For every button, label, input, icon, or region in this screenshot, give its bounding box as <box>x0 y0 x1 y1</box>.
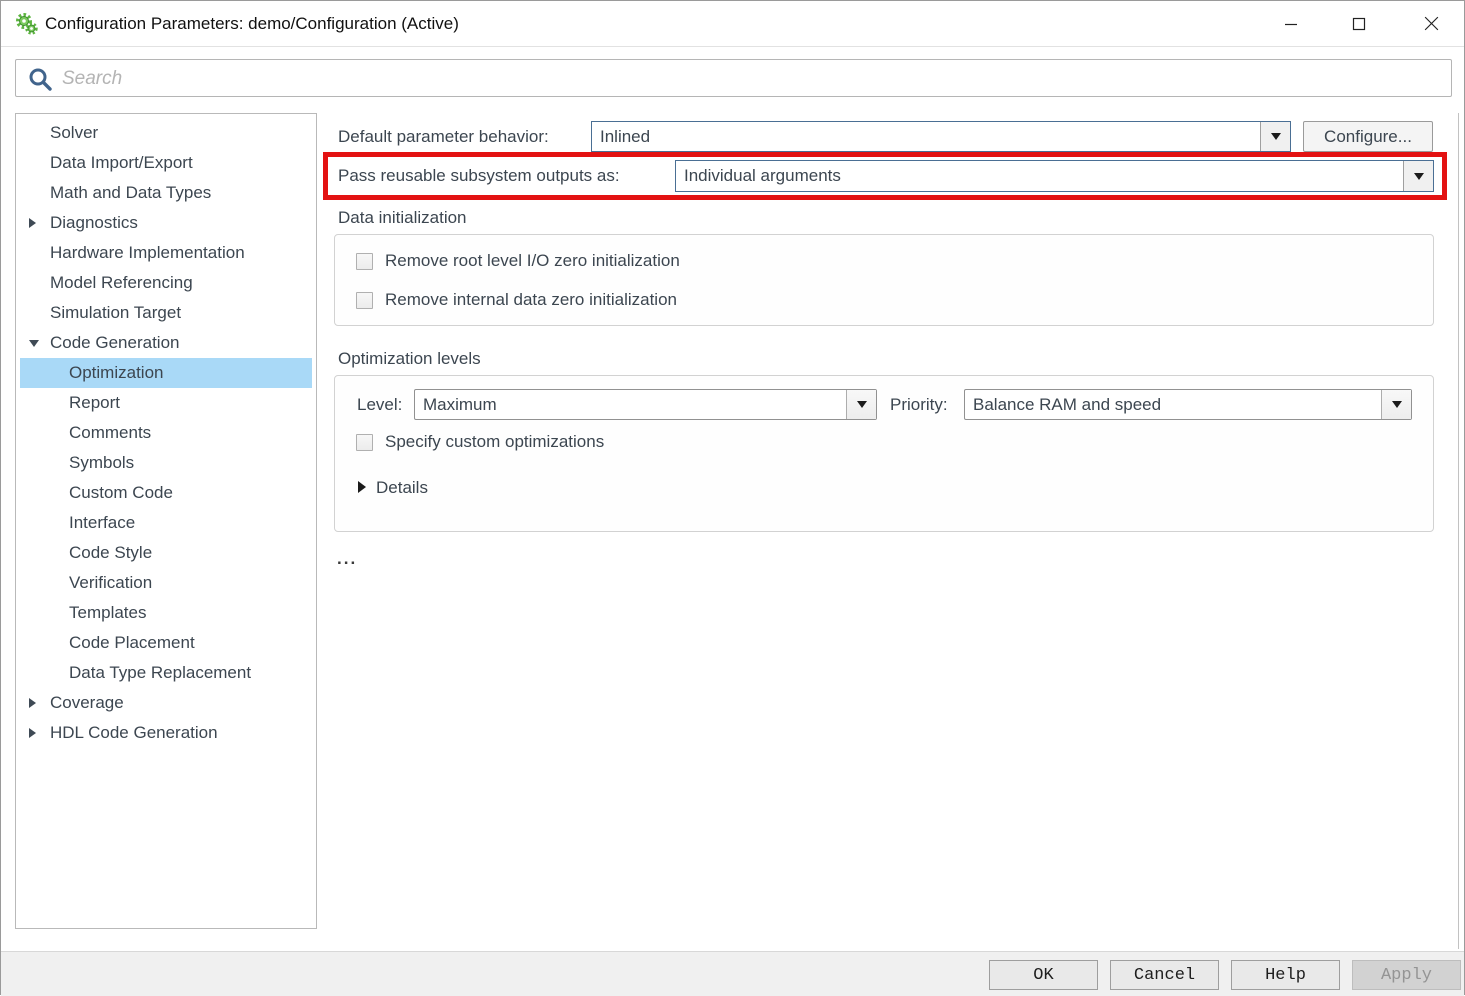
sidebar-item-label: Model Referencing <box>50 273 193 292</box>
dropdown-value: Individual arguments <box>684 166 841 185</box>
chevron-down-icon[interactable] <box>1260 122 1290 151</box>
sidebar-item-label: Custom Code <box>69 483 173 502</box>
sidebar-item-label: Report <box>69 393 121 412</box>
sidebar-item-interface[interactable]: Interface <box>20 508 312 538</box>
sidebar-item-label: Data Type Replacement <box>69 663 252 682</box>
sidebar-item-label: Solver <box>50 123 99 142</box>
details-label[interactable]: Details <box>376 478 428 498</box>
dropdown-value: Inlined <box>600 126 651 146</box>
sidebar-item-label: Comments <box>69 423 152 442</box>
more-options-ellipsis: ... <box>337 549 358 568</box>
expand-arrow-icon[interactable] <box>29 340 39 347</box>
dropdown-value: Maximum <box>423 394 497 414</box>
sidebar-item-diagnostics[interactable]: Diagnostics <box>20 208 312 238</box>
sidebar-item-label: Interface <box>69 513 136 532</box>
remove-root-io-checkbox[interactable] <box>356 253 373 270</box>
level-label: Level: <box>357 395 403 414</box>
cancel-button[interactable]: Cancel <box>1110 960 1219 990</box>
ok-button[interactable]: OK <box>989 960 1098 990</box>
sidebar-item-label: Verification <box>69 573 153 592</box>
sidebar-item-custom-code[interactable]: Custom Code <box>20 478 312 508</box>
default-parameter-behavior-dropdown[interactable]: Inlined <box>591 121 1291 152</box>
sidebar-item-data-type-replacement[interactable]: Data Type Replacement <box>20 658 312 688</box>
optimization-levels-title: Optimization levels <box>338 349 481 368</box>
sidebar-item-label: Code Generation <box>50 333 180 352</box>
checkbox-label: Specify custom optimizations <box>385 432 605 451</box>
sidebar-item-solver[interactable]: Solver <box>20 118 312 148</box>
pass-reusable-outputs-dropdown[interactable]: Individual arguments <box>675 160 1434 192</box>
default-parameter-behavior-label: Default parameter behavior: <box>338 127 549 146</box>
priority-dropdown[interactable]: Balance RAM and speed <box>964 389 1412 420</box>
specify-custom-optimizations-checkbox[interactable] <box>356 434 373 451</box>
sidebar-item-label: Optimization <box>69 363 164 382</box>
sidebar-item-symbols[interactable]: Symbols <box>20 448 312 478</box>
details-expand-arrow-icon[interactable] <box>358 481 366 493</box>
search-bar <box>15 59 1452 97</box>
sidebar-item-math-and-data-types[interactable]: Math and Data Types <box>20 178 312 208</box>
sidebar-item-report[interactable]: Report <box>20 388 312 418</box>
sidebar-item-hardware-implementation[interactable]: Hardware Implementation <box>20 238 312 268</box>
sidebar-item-model-referencing[interactable]: Model Referencing <box>20 268 312 298</box>
sidebar-item-label: Simulation Target <box>50 303 182 322</box>
content-right-border <box>1458 113 1459 949</box>
sidebar-item-templates[interactable]: Templates <box>20 598 312 628</box>
minimize-button[interactable] <box>1268 1 1314 46</box>
sidebar-item-label: Symbols <box>69 453 135 472</box>
minimize-icon <box>1285 23 1297 25</box>
level-dropdown[interactable]: Maximum <box>414 389 877 420</box>
window-title: Configuration Parameters: demo/Configura… <box>45 14 459 33</box>
sidebar-item-optimization[interactable]: Optimization <box>20 358 312 388</box>
title-bar: Configuration Parameters: demo/Configura… <box>1 1 1464 47</box>
configure-button[interactable]: Configure... <box>1303 121 1433 152</box>
sidebar-item-code-placement[interactable]: Code Placement <box>20 628 312 658</box>
apply-button: Apply <box>1352 960 1461 990</box>
chevron-down-icon[interactable] <box>1403 161 1433 191</box>
chevron-down-icon[interactable] <box>846 390 876 419</box>
sidebar-item-label: Math and Data Types <box>50 183 212 202</box>
sidebar-item-code-generation[interactable]: Code Generation <box>20 328 312 358</box>
sidebar-item-label: Hardware Implementation <box>50 243 245 262</box>
sidebar-item-simulation-target[interactable]: Simulation Target <box>20 298 312 328</box>
data-initialization-groupbox: Remove root level I/O zero initializatio… <box>334 234 1434 326</box>
collapse-arrow-icon[interactable] <box>29 218 36 228</box>
data-initialization-title: Data initialization <box>338 208 467 227</box>
sidebar-item-hdl-code-generation[interactable]: HDL Code Generation <box>20 718 312 748</box>
sidebar-item-label: Code Placement <box>69 633 195 652</box>
help-button[interactable]: Help <box>1231 960 1340 990</box>
configuration-parameters-dialog: { "window": { "title": "Configuration Pa… <box>0 0 1465 996</box>
app-gears-icon <box>16 13 38 35</box>
sidebar-item-coverage[interactable]: Coverage <box>20 688 312 718</box>
search-icon <box>29 68 52 91</box>
sidebar-item-label: Coverage <box>50 693 124 712</box>
search-input[interactable] <box>60 61 1444 97</box>
maximize-button[interactable] <box>1336 1 1382 46</box>
sidebar-item-label: Code Style <box>69 543 153 562</box>
sidebar-item-comments[interactable]: Comments <box>20 418 312 448</box>
remove-internal-data-checkbox[interactable] <box>356 292 373 309</box>
sidebar-tree: Solver Data Import/Export Math and Data … <box>15 113 317 929</box>
sidebar-item-label: Templates <box>69 603 147 622</box>
pass-reusable-outputs-label: Pass reusable subsystem outputs as: <box>338 166 620 185</box>
chevron-down-icon[interactable] <box>1381 390 1411 419</box>
close-button[interactable] <box>1408 1 1454 46</box>
footer-bar: OK Cancel Help Apply <box>1 951 1464 996</box>
sidebar-item-code-style[interactable]: Code Style <box>20 538 312 568</box>
close-icon <box>1424 16 1438 31</box>
sidebar-item-label: Diagnostics <box>50 213 138 232</box>
sidebar-item-label: HDL Code Generation <box>50 723 218 742</box>
sidebar-item-data-import-export[interactable]: Data Import/Export <box>20 148 312 178</box>
priority-label: Priority: <box>890 395 948 414</box>
collapse-arrow-icon[interactable] <box>29 698 36 708</box>
checkbox-label: Remove internal data zero initialization <box>385 290 677 309</box>
dropdown-value: Balance RAM and speed <box>973 394 1162 414</box>
checkbox-label: Remove root level I/O zero initializatio… <box>385 251 680 270</box>
maximize-icon <box>1352 17 1366 30</box>
sidebar-item-label: Data Import/Export <box>50 153 193 172</box>
sidebar-item-verification[interactable]: Verification <box>20 568 312 598</box>
optimization-levels-groupbox: Level: Maximum Priority: Balance RAM and… <box>334 375 1434 532</box>
collapse-arrow-icon[interactable] <box>29 728 36 738</box>
